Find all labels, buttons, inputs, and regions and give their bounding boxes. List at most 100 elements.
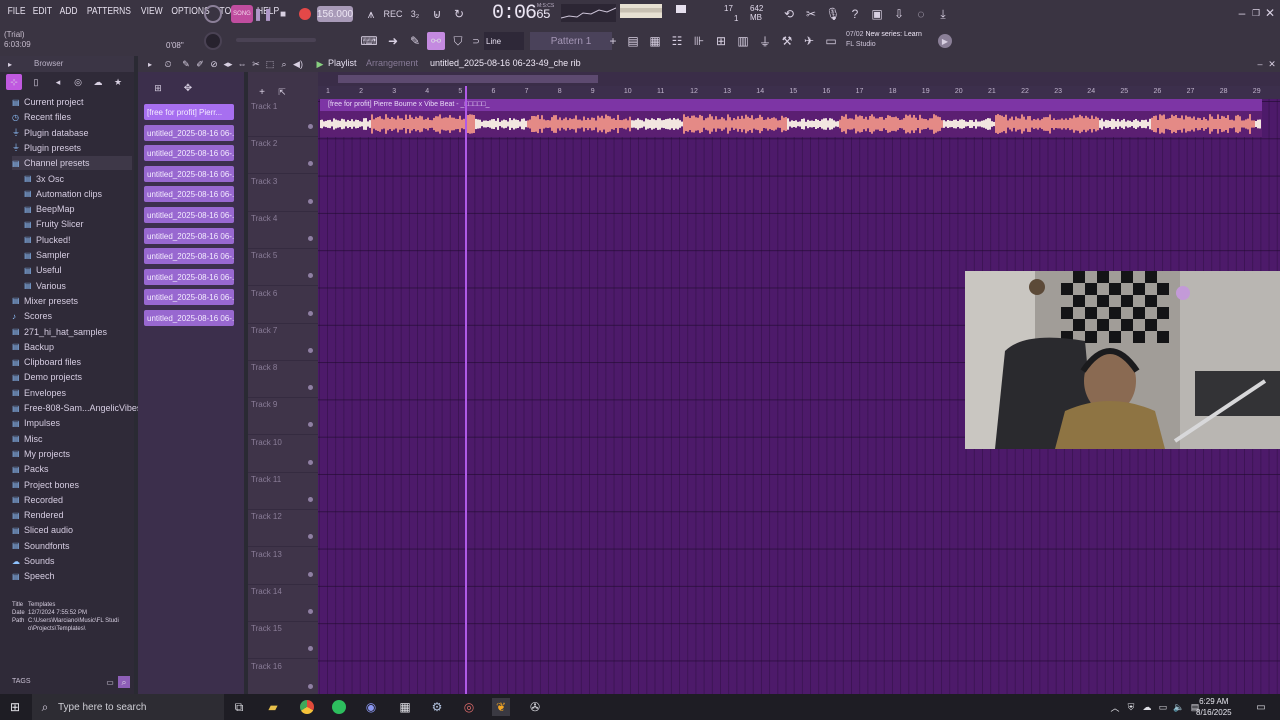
menu-view[interactable]: VIEW	[139, 6, 164, 17]
stamp-icon[interactable]: ⛉	[449, 32, 467, 50]
browser-item[interactable]: ▤ 3x Osc	[24, 172, 64, 186]
spotify-icon[interactable]	[330, 698, 348, 716]
loop-record-icon[interactable]: ↻	[450, 5, 468, 23]
snap-select[interactable]: Line	[484, 32, 524, 50]
browser-item[interactable]: ▤ Clipboard files	[12, 355, 81, 369]
browser-menu-icon[interactable]: ▸	[4, 58, 16, 70]
track-header[interactable]: Track 6	[248, 287, 318, 324]
browser-plugin-icon[interactable]: ◎	[70, 74, 86, 90]
track-mute-led[interactable]	[308, 235, 313, 241]
browser-star-icon[interactable]: ★	[110, 74, 126, 90]
track-header[interactable]: Track 8	[248, 361, 318, 399]
track-header[interactable]: Track 5	[248, 249, 318, 287]
arrangement-name[interactable]: untitled_2025-08-16 06-23-49_che rib	[430, 58, 581, 68]
track-header[interactable]: Track 15	[248, 622, 318, 660]
browser-item[interactable]: ▤ Soundfonts	[12, 539, 70, 553]
track-header[interactable]: Track 1	[248, 100, 318, 137]
taskbar-clock[interactable]: 6:29 AM 8/16/2025	[1196, 696, 1232, 718]
playlist-view-icon[interactable]: ▤	[624, 32, 642, 50]
song-mode-toggle[interactable]: SONG	[231, 5, 253, 23]
track-mute-led[interactable]	[308, 683, 313, 689]
pencil-icon[interactable]: ✎	[406, 32, 424, 50]
horizontal-scrollbar[interactable]	[318, 72, 1280, 86]
browser-item[interactable]: ▤ Automation clips	[24, 187, 102, 201]
track-header[interactable]: Track 10	[248, 436, 318, 473]
picker-move-icon[interactable]: ✥	[182, 82, 194, 94]
stop-button[interactable]: ■	[276, 5, 290, 23]
download-icon[interactable]: ⤓	[934, 5, 952, 23]
blend-notes-icon[interactable]: ⊌	[428, 5, 446, 23]
track-mute-led[interactable]	[308, 385, 313, 391]
browser-item[interactable]: ◷ Recent files	[12, 110, 71, 124]
pattern-item[interactable]: [free for profit] Pierr...	[144, 104, 234, 120]
pattern-item[interactable]: untitled_2025-08-16 06-...	[144, 186, 234, 203]
audio-clip-title[interactable]: [free for profit] Pierre Bourne x Vibe B…	[320, 99, 1262, 111]
track-mute-led[interactable]	[308, 497, 313, 502]
track-mute-led[interactable]	[308, 347, 313, 353]
browser-all-icon[interactable]: ⊹	[6, 74, 22, 90]
countdown-icon[interactable]: 3₂	[406, 5, 424, 23]
browser-item[interactable]: ▤ My projects	[12, 447, 70, 461]
browser-item[interactable]: ▤ Sliced audio	[12, 523, 73, 537]
browser-item[interactable]: ♪ Scores	[12, 309, 52, 323]
pattern-item[interactable]: untitled_2025-08-16 06-...	[144, 310, 234, 326]
help-icon[interactable]: ?	[846, 5, 864, 23]
pattern-selector[interactable]: Pattern 1	[530, 32, 612, 50]
metronome-icon[interactable]: ⩚	[362, 5, 380, 23]
browser-item[interactable]: ▤ Backup	[12, 340, 54, 354]
windows-start-icon[interactable]: ⊞	[6, 698, 24, 716]
browser-item[interactable]: ▤ Rendered	[12, 508, 64, 522]
notification-icon[interactable]: ▭	[1252, 698, 1270, 716]
pattern-item[interactable]: untitled_2025-08-16 06-...	[144, 124, 234, 141]
track-header[interactable]: Track 14	[248, 585, 318, 622]
minimize-icon[interactable]: –	[1236, 6, 1248, 20]
mute-tool-icon[interactable]: ◂▸	[222, 58, 234, 70]
obs-icon[interactable]: ◎	[460, 698, 478, 716]
browser-item[interactable]: ▤ Fruity Slicer	[24, 217, 84, 231]
track-header[interactable]: Track 13	[248, 548, 318, 585]
browser-item[interactable]: ▤ BeepMap	[24, 202, 75, 216]
track-mute-led[interactable]	[308, 161, 313, 167]
microphone-icon[interactable]: 🎙	[824, 5, 842, 23]
pitch-slider[interactable]	[236, 38, 316, 42]
track-header[interactable]: Track 12	[248, 510, 318, 548]
search-icon[interactable]: ⌕	[118, 676, 130, 688]
discord-icon[interactable]: ◉	[362, 698, 380, 716]
track-header[interactable]: Track 3	[248, 175, 318, 212]
magnet-snap-icon[interactable]: ⚯	[427, 32, 445, 50]
record-button[interactable]	[296, 5, 314, 23]
brush-tool-icon[interactable]: ✐	[194, 58, 206, 70]
pattern-item[interactable]: untitled_2025-08-16 06-...	[144, 145, 234, 162]
menu-add[interactable]: ADD	[58, 6, 79, 17]
menu-patterns[interactable]: PATTERNS	[85, 6, 132, 17]
news-play-icon[interactable]: ▶	[938, 34, 952, 48]
pattern-item[interactable]: untitled_2025-08-16 06-...	[144, 268, 234, 285]
browser-item[interactable]: ▤ Mixer presets	[12, 294, 78, 308]
track-header[interactable]: Track 7	[248, 324, 318, 361]
browser-item[interactable]: ▤ 271_hi_hat_samples	[12, 325, 107, 339]
playback-tool-icon[interactable]: ◀)	[292, 58, 304, 70]
browser-item[interactable]: ▤ Sampler	[24, 248, 70, 262]
steam-icon[interactable]: ⚙	[428, 698, 446, 716]
news-ticker[interactable]: 07/02 New series: Learn FL Studio	[846, 30, 922, 50]
browser-item[interactable]: ☁ Sounds	[12, 554, 55, 568]
close-icon[interactable]: ✕	[1264, 6, 1276, 20]
slip-tool-icon[interactable]: ⇔	[236, 58, 248, 70]
track-header[interactable]: Track 2	[248, 137, 318, 175]
cut-tool-icon[interactable]: ✂	[802, 5, 820, 23]
maximize-icon[interactable]: ❐	[1250, 6, 1262, 20]
track-header[interactable]: Track 11	[248, 473, 318, 510]
browser-item[interactable]: ▤ Impulses	[12, 416, 60, 430]
news-icon[interactable]: ▭	[822, 32, 840, 50]
eq-icon[interactable]: ⊪	[690, 32, 708, 50]
scroll-thumb[interactable]	[338, 75, 598, 83]
calculator-icon[interactable]: ▦	[396, 698, 414, 716]
playlist-knob-icon[interactable]	[204, 5, 222, 23]
browser-item[interactable]: ▤ Packs	[12, 462, 49, 476]
track-mute-led[interactable]	[308, 608, 313, 614]
tools-icon[interactable]: ✈	[800, 32, 818, 50]
render-icon[interactable]: ⇩	[890, 5, 908, 23]
pattern-item[interactable]: untitled_2025-08-16 06-...	[144, 207, 234, 223]
track-mute-led[interactable]	[308, 422, 313, 428]
pattern-item[interactable]: untitled_2025-08-16 06-...	[144, 248, 234, 265]
